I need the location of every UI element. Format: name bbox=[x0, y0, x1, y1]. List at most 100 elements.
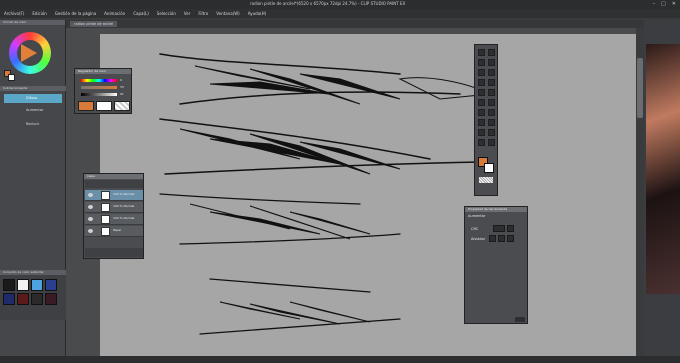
sub-color-swatch[interactable] bbox=[8, 74, 15, 81]
figure-tool-icon[interactable] bbox=[488, 119, 495, 126]
close-button[interactable]: ✕ bbox=[672, 1, 676, 7]
subtool-item-aumentar[interactable]: Aumentar bbox=[4, 106, 62, 115]
menu-layer[interactable]: Capa(L) bbox=[133, 11, 149, 16]
transparent-color-icon[interactable] bbox=[479, 177, 493, 183]
blend-tool-icon[interactable] bbox=[478, 109, 485, 116]
saturation-value[interactable]: 33 bbox=[120, 85, 124, 89]
menu-edit[interactable]: Edición bbox=[32, 11, 46, 16]
gradient-tool-icon[interactable] bbox=[478, 119, 485, 126]
layer-thumbnail bbox=[101, 215, 110, 224]
tool-property-subheader: Aumentar bbox=[468, 214, 486, 218]
visibility-eye-icon[interactable] bbox=[88, 229, 93, 233]
value-value[interactable]: 91 bbox=[120, 92, 124, 96]
menu-file[interactable]: Archivo(F) bbox=[4, 11, 24, 16]
fill-tool-icon[interactable] bbox=[488, 109, 495, 116]
decoration-tool-icon[interactable] bbox=[478, 99, 485, 106]
layer-thumbnail bbox=[101, 191, 110, 200]
layer-row[interactable]: 100 % Normal bbox=[85, 202, 143, 213]
visibility-eye-icon[interactable] bbox=[88, 205, 93, 209]
main-color-chip[interactable] bbox=[78, 101, 94, 111]
navigator-preview[interactable] bbox=[646, 44, 680, 294]
layer-thumbnail bbox=[101, 227, 110, 236]
move-tool-icon[interactable] bbox=[488, 49, 495, 56]
layer-panel-header: Capa bbox=[84, 174, 143, 179]
layer-thumbnail bbox=[101, 203, 110, 212]
tool-property-panel: Propiedad de herramienta Aumentar CRC Ai… bbox=[464, 206, 528, 324]
vertical-scrollbar[interactable] bbox=[636, 28, 644, 358]
balloon-tool-icon[interactable] bbox=[488, 139, 495, 146]
canvas-strokes bbox=[159, 53, 492, 335]
visibility-eye-icon[interactable] bbox=[88, 193, 93, 197]
layer-row[interactable]: Papel bbox=[85, 226, 143, 237]
canvas-area: radion pintle de arcilel bbox=[66, 20, 660, 358]
transparent-color-chip[interactable] bbox=[114, 101, 130, 111]
auto-select-tool-icon[interactable] bbox=[478, 69, 485, 76]
pen-tool-icon[interactable] bbox=[478, 79, 485, 86]
ruler-tool-icon[interactable] bbox=[488, 129, 495, 136]
color-slider-panel: Regulador de color 0 33 91 bbox=[74, 68, 132, 114]
menu-page-management[interactable]: Gestión de la página bbox=[55, 11, 96, 16]
title-bar: radion pintle de arcilel*(6520 x 6570px … bbox=[0, 0, 680, 9]
sub-color-icon[interactable] bbox=[484, 163, 494, 173]
property-option-icon[interactable] bbox=[507, 235, 514, 242]
document-tab[interactable]: radion pintle de arcilel bbox=[70, 21, 118, 27]
color-swatch[interactable] bbox=[31, 279, 43, 291]
layer-toolbar bbox=[85, 180, 143, 188]
color-swatch[interactable] bbox=[45, 293, 57, 305]
layer-panel: Capa 100 % Normal 100 % Normal 100 % Nor… bbox=[83, 173, 144, 259]
menu-window[interactable]: Ventana(W) bbox=[216, 11, 240, 16]
value-slider[interactable] bbox=[81, 93, 117, 96]
brush-tool-icon[interactable] bbox=[478, 89, 485, 96]
property-option-icon[interactable] bbox=[498, 235, 505, 242]
airbrush-tool-icon[interactable] bbox=[488, 89, 495, 96]
subtool-item-difuso[interactable]: Difuso bbox=[4, 94, 62, 103]
menu-view[interactable]: Ver bbox=[184, 11, 191, 16]
document-tab-bar: radion pintle de arcilel bbox=[66, 20, 644, 28]
property-settings-icon[interactable] bbox=[515, 317, 525, 322]
hue-value[interactable]: 0 bbox=[120, 78, 122, 82]
color-swatch[interactable] bbox=[17, 293, 29, 305]
minimize-button[interactable]: – bbox=[653, 1, 656, 7]
selection-tool-icon[interactable] bbox=[488, 59, 495, 66]
pencil-tool-icon[interactable] bbox=[488, 79, 495, 86]
operation-tool-icon[interactable] bbox=[478, 59, 485, 66]
color-swatch[interactable] bbox=[3, 293, 15, 305]
drawing-canvas[interactable] bbox=[100, 34, 660, 358]
subtool-item-reducir[interactable]: Reducir bbox=[4, 120, 62, 129]
maximize-button[interactable]: □ bbox=[661, 1, 666, 7]
color-swatch[interactable] bbox=[31, 293, 43, 305]
layer-name: 100 % Normal bbox=[113, 192, 135, 196]
property-label-aislador: Aislador bbox=[471, 237, 486, 241]
color-set-header: Conjunto de color estándar bbox=[0, 270, 66, 275]
menu-filter[interactable]: Filtro bbox=[198, 11, 208, 16]
color-swatch[interactable] bbox=[17, 279, 29, 291]
eyedropper-tool-icon[interactable] bbox=[488, 69, 495, 76]
scrollbar-thumb[interactable] bbox=[637, 58, 643, 118]
visibility-eye-icon[interactable] bbox=[88, 217, 93, 221]
property-option-icon[interactable] bbox=[489, 235, 496, 242]
tool-palette bbox=[474, 44, 498, 196]
sub-color-chip[interactable] bbox=[96, 101, 112, 111]
text-tool-icon[interactable] bbox=[478, 139, 485, 146]
property-option-icon[interactable] bbox=[507, 225, 514, 232]
saturation-slider[interactable] bbox=[81, 86, 117, 89]
color-triangle[interactable] bbox=[21, 44, 37, 62]
eraser-tool-icon[interactable] bbox=[488, 99, 495, 106]
color-swatch[interactable] bbox=[45, 279, 57, 291]
color-swatch[interactable] bbox=[3, 279, 15, 291]
frame-tool-icon[interactable] bbox=[478, 129, 485, 136]
menu-animation[interactable]: Animación bbox=[104, 11, 125, 16]
layer-name: 100 % Normal bbox=[113, 216, 135, 220]
color-set-panel: Conjunto de color estándar bbox=[0, 270, 66, 320]
status-bar bbox=[0, 356, 680, 363]
menu-help[interactable]: Ayuda(H) bbox=[248, 11, 267, 16]
window-controls: – □ ✕ bbox=[653, 1, 676, 7]
zoom-tool-icon[interactable] bbox=[478, 49, 485, 56]
color-wheel[interactable] bbox=[9, 32, 51, 74]
property-label-crc: CRC bbox=[471, 227, 479, 231]
layer-row[interactable]: 100 % Normal bbox=[85, 214, 143, 225]
property-toggle[interactable] bbox=[493, 225, 505, 232]
hue-slider[interactable] bbox=[81, 79, 117, 82]
menu-selection[interactable]: Selección bbox=[157, 11, 176, 16]
layer-row[interactable]: 100 % Normal bbox=[85, 190, 143, 201]
